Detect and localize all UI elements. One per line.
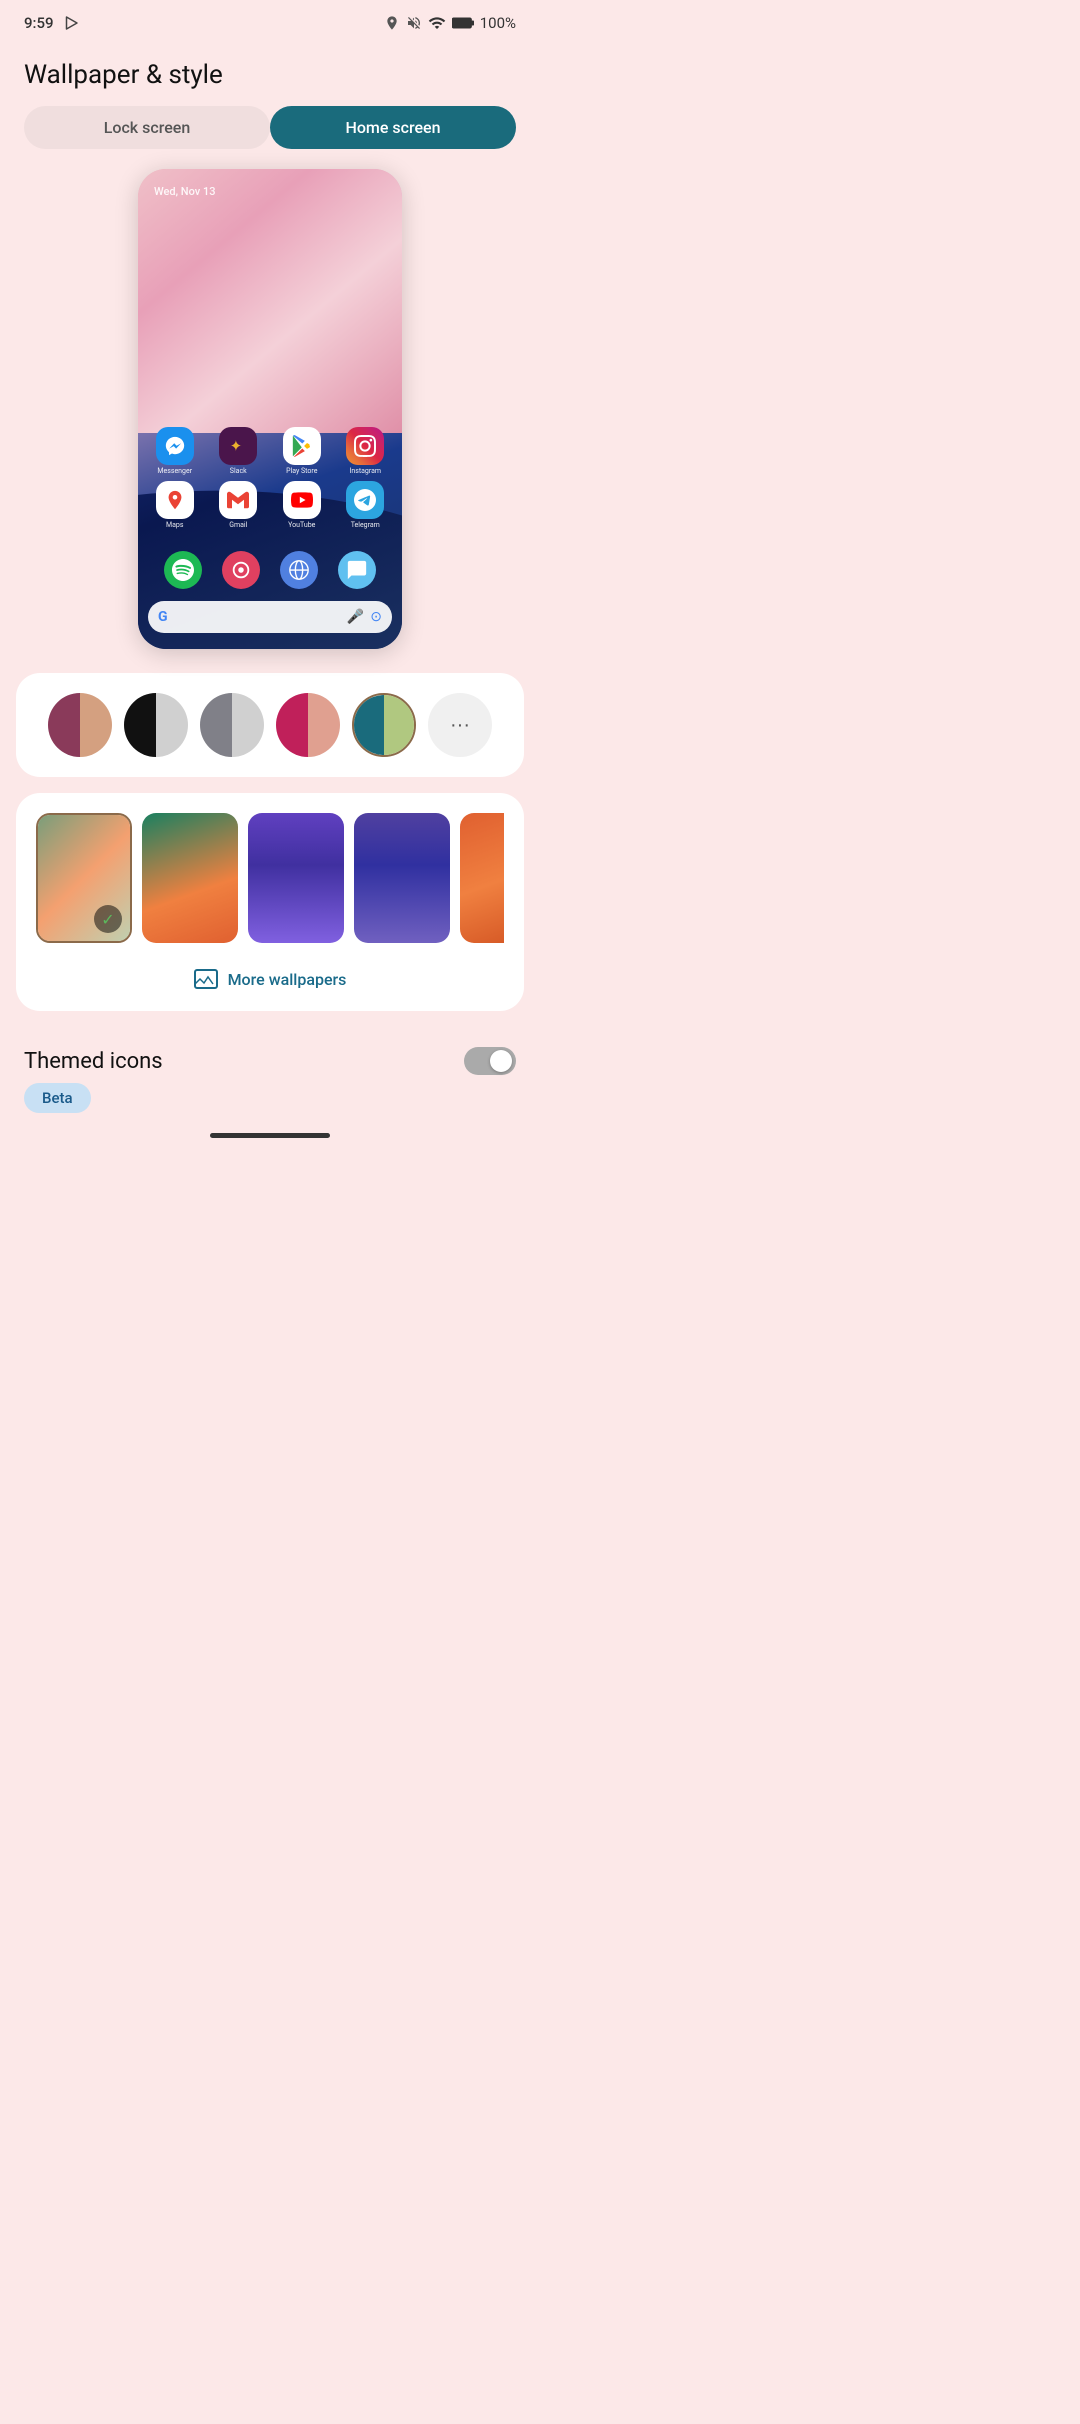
list-item: YouTube	[273, 481, 331, 529]
list-item: Messenger	[146, 427, 204, 475]
gmail-icon	[219, 481, 257, 519]
playstore-icon	[283, 427, 321, 465]
toggle-knob	[490, 1050, 512, 1072]
themed-icons-label: Themed icons	[24, 1049, 163, 1074]
phone-search-bar[interactable]: G 🎤 ⊙	[148, 601, 392, 633]
svg-text:✦: ✦	[230, 437, 243, 455]
wallpaper-card: ✓ More wallpapers	[16, 793, 524, 1011]
instagram-icon	[346, 427, 384, 465]
list-item: Gmail	[210, 481, 268, 529]
browser-icon	[280, 551, 318, 589]
wallpaper-thumb-5[interactable]	[460, 813, 504, 943]
app-label: Play Store	[286, 467, 317, 475]
status-bar: 9:59 100%	[0, 0, 540, 40]
app-label: Messenger	[157, 467, 192, 475]
battery-percent: 100%	[480, 14, 516, 32]
list-item: Telegram	[337, 481, 395, 529]
time: 9:59	[24, 14, 54, 32]
app-label: Slack	[230, 467, 247, 475]
wallpaper-icon	[194, 967, 218, 991]
cortana-icon	[222, 551, 260, 589]
telegram-icon	[346, 481, 384, 519]
location-icon	[384, 15, 400, 31]
app-label: Maps	[166, 521, 183, 529]
app-label: Instagram	[349, 467, 381, 475]
battery-icon	[452, 16, 474, 30]
slack-icon: ✦	[219, 427, 257, 465]
play-icon	[62, 14, 80, 32]
messenger-icon	[156, 427, 194, 465]
home-indicator	[210, 1133, 330, 1138]
more-wallpapers-button[interactable]: More wallpapers	[36, 963, 504, 991]
messages-icon	[338, 551, 376, 589]
color-palette-card: ···	[16, 673, 524, 777]
app-label: Telegram	[351, 521, 380, 529]
status-right: 100%	[384, 14, 516, 32]
palette-swatch-5[interactable]	[352, 693, 416, 757]
wallpaper-thumb-3[interactable]	[248, 813, 344, 943]
palette-swatch-3[interactable]	[200, 693, 264, 757]
tab-home-screen[interactable]: Home screen	[270, 106, 516, 149]
list-item: Instagram	[337, 427, 395, 475]
palette-row: ···	[36, 693, 504, 757]
wallpaper-row: ✓	[36, 813, 504, 947]
phone-bg-top	[138, 169, 402, 433]
more-swatches-button[interactable]: ···	[428, 693, 492, 757]
youtube-icon	[283, 481, 321, 519]
phone-dock	[138, 551, 402, 589]
status-left: 9:59	[24, 14, 80, 32]
selected-check: ✓	[94, 905, 122, 933]
tab-lock-screen[interactable]: Lock screen	[24, 106, 270, 149]
themed-icons-toggle[interactable]	[464, 1047, 516, 1075]
phone-preview: Wed, Nov 13 Messenger ✦ Slack Play St	[138, 169, 402, 649]
palette-swatch-2[interactable]	[124, 693, 188, 757]
list-item: ✦ Slack	[210, 427, 268, 475]
more-wallpapers-label: More wallpapers	[228, 970, 347, 989]
app-grid: Messenger ✦ Slack Play Store Instagram	[138, 427, 402, 529]
wallpaper-thumb-4[interactable]	[354, 813, 450, 943]
beta-badge: Beta	[0, 1083, 540, 1113]
phone-date: Wed, Nov 13	[154, 185, 215, 198]
list-item: Play Store	[273, 427, 331, 475]
palette-swatch-1[interactable]	[48, 693, 112, 757]
google-logo: G	[158, 609, 168, 625]
app-label: YouTube	[288, 521, 315, 529]
lens-icon: ⊙	[370, 609, 382, 625]
bottom-bar	[0, 1113, 540, 1148]
wifi-icon	[428, 14, 446, 32]
wallpaper-thumb-2[interactable]	[142, 813, 238, 943]
themed-icons-row: Themed icons	[0, 1027, 540, 1083]
page-title: Wallpaper & style	[0, 40, 540, 106]
tab-bar: Lock screen Home screen	[24, 106, 516, 149]
phone-preview-wrap: Wed, Nov 13 Messenger ✦ Slack Play St	[0, 169, 540, 649]
maps-icon	[156, 481, 194, 519]
wallpaper-thumb-1[interactable]: ✓	[36, 813, 132, 943]
list-item: Maps	[146, 481, 204, 529]
spotify-icon	[164, 551, 202, 589]
mute-icon	[406, 15, 422, 31]
mic-icon: 🎤	[347, 609, 364, 625]
app-label: Gmail	[229, 521, 247, 529]
palette-swatch-4[interactable]	[276, 693, 340, 757]
